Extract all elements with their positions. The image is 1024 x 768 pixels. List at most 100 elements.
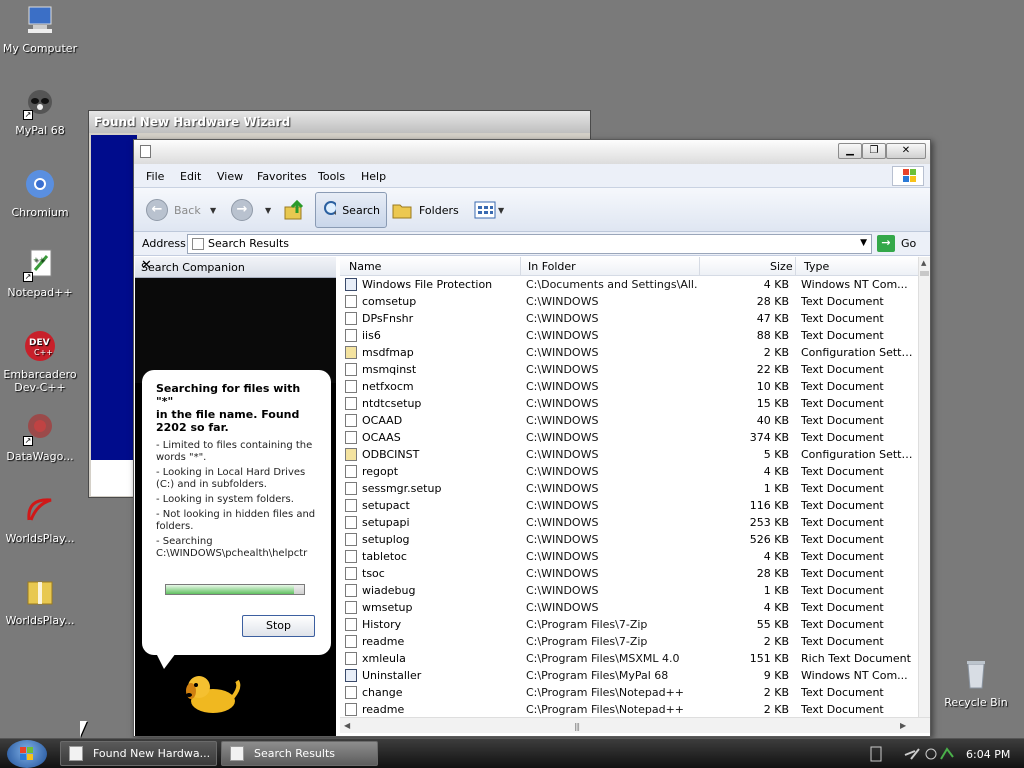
- result-size: 526 KB: [749, 533, 789, 546]
- desktop-icon-worldsplayer-zip[interactable]: WorldsPlay...: [0, 576, 80, 627]
- svg-text:C++: C++: [34, 348, 53, 357]
- column-header-type[interactable]: Type: [804, 260, 829, 273]
- desktop-icon-notepadpp[interactable]: ++ ↗ Notepad++: [0, 248, 80, 299]
- desktop-icon-datawagon[interactable]: ↗ DataWago...: [0, 412, 80, 463]
- taskbar-button-search-results[interactable]: Search Results: [221, 741, 378, 766]
- text-file-icon: [345, 465, 357, 478]
- horizontal-scrollbar[interactable]: ◀ ||| ▶: [340, 717, 930, 733]
- result-row[interactable]: setupapi C:\WINDOWS 253 KB Text Document: [340, 514, 916, 531]
- taskbar-button-wizard[interactable]: Found New Hardwa...: [60, 741, 217, 766]
- result-row[interactable]: ntdtcsetup C:\WINDOWS 15 KB Text Document: [340, 395, 916, 412]
- desktop-icon-label: WorldsPlay...: [5, 614, 75, 627]
- result-row[interactable]: netfxocm C:\WINDOWS 10 KB Text Document: [340, 378, 916, 395]
- result-name: setupapi: [362, 516, 410, 529]
- result-row[interactable]: comsetup C:\WINDOWS 28 KB Text Document: [340, 293, 916, 310]
- result-row[interactable]: Windows File Protection C:\Documents and …: [340, 276, 916, 293]
- stop-button[interactable]: Stop: [242, 615, 315, 637]
- result-row[interactable]: OCAAD C:\WINDOWS 40 KB Text Document: [340, 412, 916, 429]
- result-size: 5 KB: [763, 448, 789, 461]
- search-criteria-item: - Not looking in hidden files and folder…: [156, 509, 316, 532]
- result-size: 9 KB: [763, 669, 789, 682]
- start-button[interactable]: [7, 740, 47, 768]
- desktop-icon-recycle-bin[interactable]: Recycle Bin: [936, 658, 1016, 709]
- result-row[interactable]: DPsFnshr C:\WINDOWS 47 KB Text Document: [340, 310, 916, 327]
- desktop-icon-mypal[interactable]: ↗ MyPal 68: [0, 86, 80, 137]
- result-row[interactable]: xmleula C:\Program Files\MSXML 4.0 151 KB R…: [340, 650, 916, 667]
- result-name: readme: [362, 635, 405, 648]
- search-button[interactable]: Search: [315, 192, 387, 228]
- result-row[interactable]: OCAAS C:\WINDOWS 374 KB Text Document: [340, 429, 916, 446]
- menu-edit[interactable]: Edit: [180, 170, 201, 183]
- desktop-icon-label: Notepad++: [7, 286, 73, 299]
- result-row[interactable]: msmqinst C:\WINDOWS 22 KB Text Document: [340, 361, 916, 378]
- result-folder: C:\Program Files\MSXML 4.0: [526, 652, 680, 665]
- address-input[interactable]: Search Results ▼: [187, 234, 872, 254]
- search-icon: [324, 201, 337, 216]
- result-row[interactable]: setuplog C:\WINDOWS 526 KB Text Document: [340, 531, 916, 548]
- scroll-grip-icon: |||: [574, 722, 580, 731]
- views-button[interactable]: ▼: [474, 192, 504, 228]
- result-folder: C:\WINDOWS: [526, 516, 599, 529]
- result-row[interactable]: setupact C:\WINDOWS 116 KB Text Document: [340, 497, 916, 514]
- back-dropdown-icon[interactable]: ▼: [210, 192, 216, 228]
- close-pane-icon[interactable]: ✕: [141, 258, 330, 273]
- forward-dropdown-icon[interactable]: ▼: [265, 192, 271, 228]
- go-button[interactable]: Go: [901, 237, 916, 250]
- desktop-icon-my-computer[interactable]: My Computer: [0, 4, 80, 55]
- vertical-scrollbar[interactable]: ▲: [918, 257, 930, 717]
- result-row[interactable]: wiadebug C:\WINDOWS 1 KB Text Document: [340, 582, 916, 599]
- result-size: 2 KB: [763, 703, 789, 716]
- result-row[interactable]: wmsetup C:\WINDOWS 4 KB Text Document: [340, 599, 916, 616]
- result-row[interactable]: History C:\Program Files\7-Zip 55 KB Text D…: [340, 616, 916, 633]
- menu-help[interactable]: Help: [361, 170, 386, 183]
- menu-view[interactable]: View: [217, 170, 243, 183]
- window-titlebar[interactable]: ▁ ❐ ✕: [134, 140, 930, 164]
- menu-file[interactable]: File: [146, 170, 164, 183]
- scroll-left-icon[interactable]: ◀: [344, 721, 350, 730]
- back-label: Back: [174, 203, 201, 217]
- result-size: 2 KB: [763, 686, 789, 699]
- back-button[interactable]: ← Back: [146, 192, 201, 228]
- menu-favorites[interactable]: Favorites: [257, 170, 307, 183]
- forward-button[interactable]: →: [231, 192, 253, 228]
- result-row[interactable]: tabletoc C:\WINDOWS 4 KB Text Document: [340, 548, 916, 565]
- go-arrow-icon[interactable]: →: [877, 235, 895, 252]
- clock[interactable]: 6:04 PM: [966, 748, 1010, 761]
- result-row[interactable]: readme C:\Program Files\7-Zip 2 KB Text Doc…: [340, 633, 916, 650]
- column-header-folder[interactable]: In Folder: [528, 260, 576, 273]
- maximize-button[interactable]: ❐: [862, 143, 886, 159]
- result-row[interactable]: Uninstaller C:\Program Files\MyPal 68 9 KB…: [340, 667, 916, 684]
- text-file-icon: [345, 363, 357, 376]
- scroll-up-icon[interactable]: ▲: [921, 259, 926, 267]
- result-size: 2 KB: [763, 635, 789, 648]
- result-row[interactable]: ODBCINST C:\WINDOWS 5 KB Configuration Sett…: [340, 446, 916, 463]
- scroll-right-icon[interactable]: ▶: [900, 721, 906, 730]
- result-row[interactable]: readme C:\Program Files\Notepad++ 2 KB Text…: [340, 701, 916, 717]
- menu-tools[interactable]: Tools: [318, 170, 345, 183]
- scroll-thumb[interactable]: [920, 271, 929, 276]
- result-row[interactable]: change C:\Program Files\Notepad++ 2 KB Text…: [340, 684, 916, 701]
- result-type: Text Document: [801, 295, 884, 308]
- search-results-window[interactable]: ▁ ❐ ✕ File Edit View Favorites Tools Hel…: [133, 139, 931, 737]
- close-button[interactable]: ✕: [886, 143, 926, 159]
- windows-orb-icon: [20, 747, 33, 760]
- minimize-button[interactable]: ▁: [838, 143, 862, 159]
- result-size: 40 KB: [756, 414, 789, 427]
- desktop-icon-chromium[interactable]: Chromium: [0, 168, 80, 219]
- result-name: tsoc: [362, 567, 385, 580]
- desktop-icon-devcpp[interactable]: DEV C++ Embarcadero Dev-C++: [0, 330, 80, 394]
- result-name: wiadebug: [362, 584, 416, 597]
- address-dropdown-icon[interactable]: ▼: [860, 238, 867, 248]
- folders-button[interactable]: Folders: [391, 192, 459, 228]
- desktop-icon-worldsplayer[interactable]: WorldsPlay...: [0, 494, 80, 545]
- wizard-side-banner: [91, 135, 137, 460]
- result-row[interactable]: iis6 C:\WINDOWS 88 KB Text Document: [340, 327, 916, 344]
- up-folder-button[interactable]: [283, 192, 305, 228]
- result-row[interactable]: sessmgr.setup C:\WINDOWS 1 KB Text Document: [340, 480, 916, 497]
- result-row[interactable]: msdfmap C:\WINDOWS 2 KB Configuration Setti…: [340, 344, 916, 361]
- column-header-size[interactable]: Size: [770, 260, 793, 273]
- search-dog-icon[interactable]: [179, 657, 243, 719]
- result-row[interactable]: tsoc C:\WINDOWS 28 KB Text Document: [340, 565, 916, 582]
- column-header-name[interactable]: Name: [349, 260, 381, 273]
- result-row[interactable]: regopt C:\WINDOWS 4 KB Text Document: [340, 463, 916, 480]
